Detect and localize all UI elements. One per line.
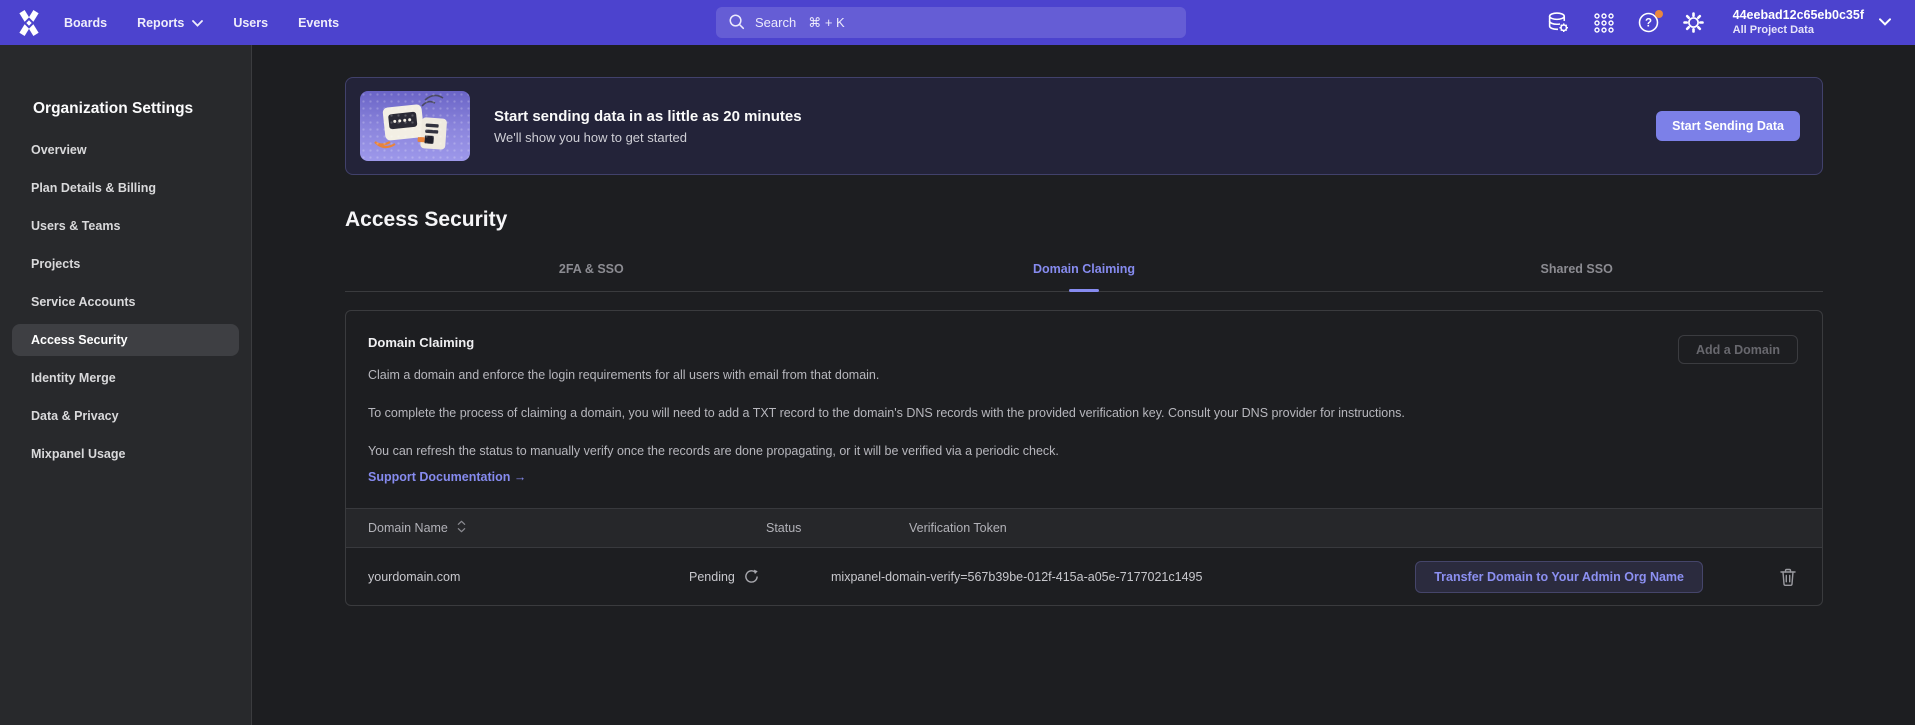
sidebar-title: Organization Settings xyxy=(33,100,251,118)
cell-status: Pending xyxy=(689,569,831,584)
nav-item-label: Users xyxy=(233,16,268,30)
start-sending-data-button[interactable]: Start Sending Data xyxy=(1656,111,1800,141)
svg-text:?: ? xyxy=(1645,18,1652,30)
sidebar-list: Overview Plan Details & Billing Users & … xyxy=(0,134,251,470)
account-switcher[interactable]: 44eebad12c65eb0c35f All Project Data xyxy=(1733,8,1891,37)
nav-item-label: Boards xyxy=(64,16,107,30)
sidebar-item-data-privacy[interactable]: Data & Privacy xyxy=(12,400,239,432)
table-header-row: Domain Name Status Verification Token xyxy=(346,508,1822,548)
add-domain-button[interactable]: Add a Domain xyxy=(1678,335,1798,364)
sidebar-item-overview[interactable]: Overview xyxy=(12,134,239,166)
table-row: yourdomain.com Pending mixpanel-domain-v… xyxy=(346,548,1822,605)
nav-item-users[interactable]: Users xyxy=(218,0,283,45)
sidebar-item-users-teams[interactable]: Users & Teams xyxy=(12,210,239,242)
project-scope: All Project Data xyxy=(1733,24,1864,37)
notification-dot xyxy=(1655,10,1663,18)
help-icon[interactable]: ? xyxy=(1637,11,1661,35)
transfer-domain-button[interactable]: Transfer Domain to Your Admin Org Name xyxy=(1415,561,1703,593)
card-title: Domain Claiming xyxy=(346,311,1822,350)
nav-item-label: Events xyxy=(298,16,339,30)
chevron-down-icon xyxy=(192,16,203,30)
mixpanel-logo-icon[interactable] xyxy=(14,8,44,38)
account-texts: 44eebad12c65eb0c35f All Project Data xyxy=(1733,8,1864,37)
nav-right-cluster: ? 44eebad12c65eb0c35f All Project Data xyxy=(1547,0,1915,45)
banner-texts: Start sending data in as little as 20 mi… xyxy=(494,108,802,145)
cell-domain-name: yourdomain.com xyxy=(346,570,689,584)
cell-verification-token: mixpanel-domain-verify=567b39be-012f-415… xyxy=(831,570,1392,584)
column-header-domain-name[interactable]: Domain Name xyxy=(346,520,689,536)
cell-actions: Transfer Domain to Your Admin Org Name xyxy=(1392,561,1822,593)
data-management-icon[interactable] xyxy=(1547,11,1571,35)
sidebar-item-projects[interactable]: Projects xyxy=(12,248,239,280)
sort-icon xyxy=(457,520,466,536)
org-id: 44eebad12c65eb0c35f xyxy=(1733,8,1864,22)
page-title: Access Security xyxy=(345,208,1823,232)
settings-gear-icon[interactable] xyxy=(1682,11,1706,35)
top-navigation: Boards Reports Users Events Search ⌘ + K xyxy=(0,0,1915,45)
banner-illustration xyxy=(360,91,470,161)
banner-title: Start sending data in as little as 20 mi… xyxy=(494,108,802,125)
tab-shared-sso[interactable]: Shared SSO xyxy=(1330,262,1823,291)
support-documentation-link[interactable]: Support Documentation → xyxy=(368,470,526,484)
delete-domain-icon[interactable] xyxy=(1780,568,1796,586)
nav-item-boards[interactable]: Boards xyxy=(49,0,122,45)
sidebar-item-plan-details-billing[interactable]: Plan Details & Billing xyxy=(12,172,239,204)
nav-item-label: Reports xyxy=(137,16,184,30)
org-settings-sidebar: Organization Settings Overview Plan Deta… xyxy=(0,45,252,725)
column-header-status: Status xyxy=(689,521,831,535)
column-header-verification-token: Verification Token xyxy=(831,521,1392,535)
chevron-down-icon xyxy=(1879,13,1891,31)
search-shortcut-hint: ⌘ + K xyxy=(808,15,845,31)
status-badge: Pending xyxy=(689,570,735,584)
search-input[interactable]: Search ⌘ + K xyxy=(716,7,1186,38)
sidebar-item-mixpanel-usage[interactable]: Mixpanel Usage xyxy=(12,438,239,470)
sidebar-item-access-security[interactable]: Access Security xyxy=(12,324,239,356)
description-paragraph: Claim a domain and enforce the login req… xyxy=(346,364,1822,386)
description-paragraph: You can refresh the status to manually v… xyxy=(346,440,1822,462)
nav-menu: Boards Reports Users Events xyxy=(49,0,354,45)
banner-subtitle: We'll show you how to get started xyxy=(494,130,802,145)
tab-domain-claiming[interactable]: Domain Claiming xyxy=(838,262,1331,291)
search-icon xyxy=(728,13,745,33)
nav-item-reports[interactable]: Reports xyxy=(122,0,218,45)
description-paragraph: To complete the process of claiming a do… xyxy=(346,402,1496,424)
search-placeholder-text: Search xyxy=(755,15,796,30)
sidebar-item-identity-merge[interactable]: Identity Merge xyxy=(12,362,239,394)
domain-claiming-card: Domain Claiming Add a Domain Claim a dom… xyxy=(345,310,1823,606)
claimed-domains-table: Domain Name Status Verification Token xyxy=(346,508,1822,605)
tab-2fa-sso[interactable]: 2FA & SSO xyxy=(345,262,838,291)
onboarding-banner: Start sending data in as little as 20 mi… xyxy=(345,77,1823,175)
nav-item-events[interactable]: Events xyxy=(283,0,354,45)
refresh-status-icon[interactable] xyxy=(744,569,759,584)
sidebar-item-service-accounts[interactable]: Service Accounts xyxy=(12,286,239,318)
column-header-label: Domain Name xyxy=(368,521,448,535)
access-security-tabs: 2FA & SSO Domain Claiming Shared SSO xyxy=(345,262,1823,292)
apps-grid-icon[interactable] xyxy=(1592,11,1616,35)
